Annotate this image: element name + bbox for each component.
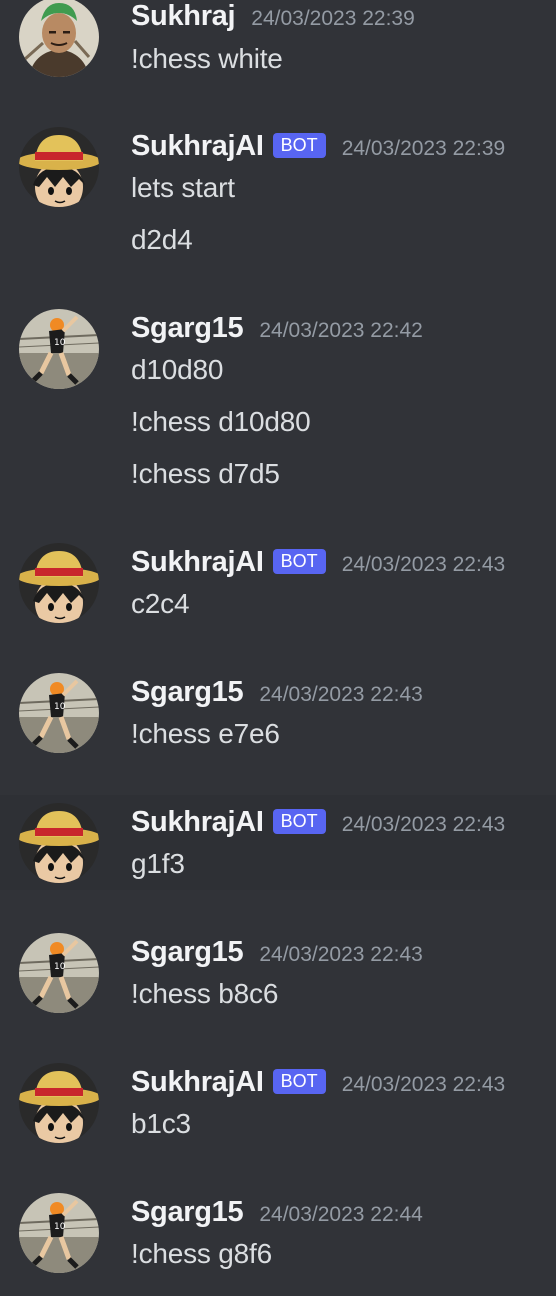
bot-badge: BOT — [272, 809, 326, 834]
username[interactable]: SukhrajAI — [131, 1066, 264, 1099]
message-text: !chess g8f6 — [131, 1238, 272, 1269]
username[interactable]: Sgarg15 — [131, 1196, 244, 1229]
message-text: d2d4 — [131, 224, 193, 255]
message-header: SukhrajAI BOT 24/03/2023 22:43 — [131, 1066, 505, 1099]
username[interactable]: SukhrajAI — [131, 806, 264, 839]
timestamp: 24/03/2023 22:43 — [341, 553, 506, 576]
message-group: SukhrajAI BOT 24/03/2023 22:43 c2c4 — [0, 535, 556, 645]
message-group: SukhrajAI BOT 24/03/2023 22:43 g1f3 — [0, 795, 556, 890]
timestamp: 24/03/2023 22:39 — [251, 7, 415, 30]
message-group: Sgarg15 24/03/2023 22:43 !chess e7e6 — [0, 665, 556, 775]
message-group: SukhrajAI BOT 24/03/2023 22:43 b1c3 — [0, 1055, 556, 1165]
bot-badge: BOT — [272, 549, 326, 574]
message-header: Sgarg15 24/03/2023 22:43 — [131, 936, 423, 969]
message-text: g1f3 — [131, 848, 185, 879]
zoro-avatar[interactable] — [19, 0, 99, 77]
luffy-avatar[interactable] — [19, 803, 99, 883]
volleyball-avatar[interactable] — [19, 309, 99, 389]
bot-badge: BOT — [272, 133, 326, 158]
username[interactable]: Sgarg15 — [131, 312, 244, 345]
volleyball-avatar[interactable] — [19, 933, 99, 1013]
luffy-avatar[interactable] — [19, 543, 99, 623]
message-text: b1c3 — [131, 1108, 191, 1139]
timestamp: 24/03/2023 22:44 — [259, 1203, 423, 1226]
bot-badge: BOT — [272, 1069, 326, 1094]
message-text: lets start — [131, 172, 235, 203]
message-text: d10d80 — [131, 354, 224, 385]
message-group: Sgarg15 24/03/2023 22:44 !chess g8f6 — [0, 1185, 556, 1296]
username[interactable]: Sukhraj — [131, 0, 236, 33]
timestamp: 24/03/2023 22:39 — [341, 137, 506, 160]
username[interactable]: Sgarg15 — [131, 936, 244, 969]
message-header: SukhrajAI BOT 24/03/2023 22:43 — [131, 546, 505, 579]
volleyball-avatar[interactable] — [19, 1193, 99, 1273]
volleyball-avatar[interactable] — [19, 673, 99, 753]
timestamp: 24/03/2023 22:43 — [341, 813, 506, 836]
luffy-avatar[interactable] — [19, 1063, 99, 1143]
message-group: Sgarg15 24/03/2023 22:43 !chess b8c6 — [0, 925, 556, 1035]
message-text: !chess d10d80 — [131, 406, 311, 437]
message-header: Sgarg15 24/03/2023 22:44 — [131, 1196, 423, 1229]
message-header: Sgarg15 24/03/2023 22:42 — [131, 312, 423, 345]
message-header: Sukhraj 24/03/2023 22:39 — [131, 0, 415, 33]
message-header: SukhrajAI BOT 24/03/2023 22:43 — [131, 806, 505, 839]
timestamp: 24/03/2023 22:43 — [341, 1073, 506, 1096]
message-header: SukhrajAI BOT 24/03/2023 22:39 — [131, 130, 505, 163]
username[interactable]: SukhrajAI — [131, 546, 264, 579]
message-text: !chess e7e6 — [131, 718, 280, 749]
message-group: SukhrajAI BOT 24/03/2023 22:39 lets star… — [0, 117, 556, 287]
username[interactable]: Sgarg15 — [131, 676, 244, 709]
timestamp: 24/03/2023 22:43 — [259, 943, 423, 966]
timestamp: 24/03/2023 22:42 — [259, 319, 423, 342]
timestamp: 24/03/2023 22:43 — [259, 683, 423, 706]
message-header: Sgarg15 24/03/2023 22:43 — [131, 676, 423, 709]
luffy-avatar[interactable] — [19, 127, 99, 207]
message-text: !chess white — [131, 43, 283, 74]
message-group: Sukhraj 24/03/2023 22:39 !chess white — [0, 0, 556, 96]
message-list: Sukhraj 24/03/2023 22:39 !chess white Su… — [0, 0, 556, 1296]
message-group: Sgarg15 24/03/2023 22:42 d10d80 !chess d… — [0, 300, 556, 520]
message-text: !chess d7d5 — [131, 458, 280, 489]
username[interactable]: SukhrajAI — [131, 130, 264, 163]
message-text: !chess b8c6 — [131, 978, 279, 1009]
message-text: c2c4 — [131, 588, 190, 619]
